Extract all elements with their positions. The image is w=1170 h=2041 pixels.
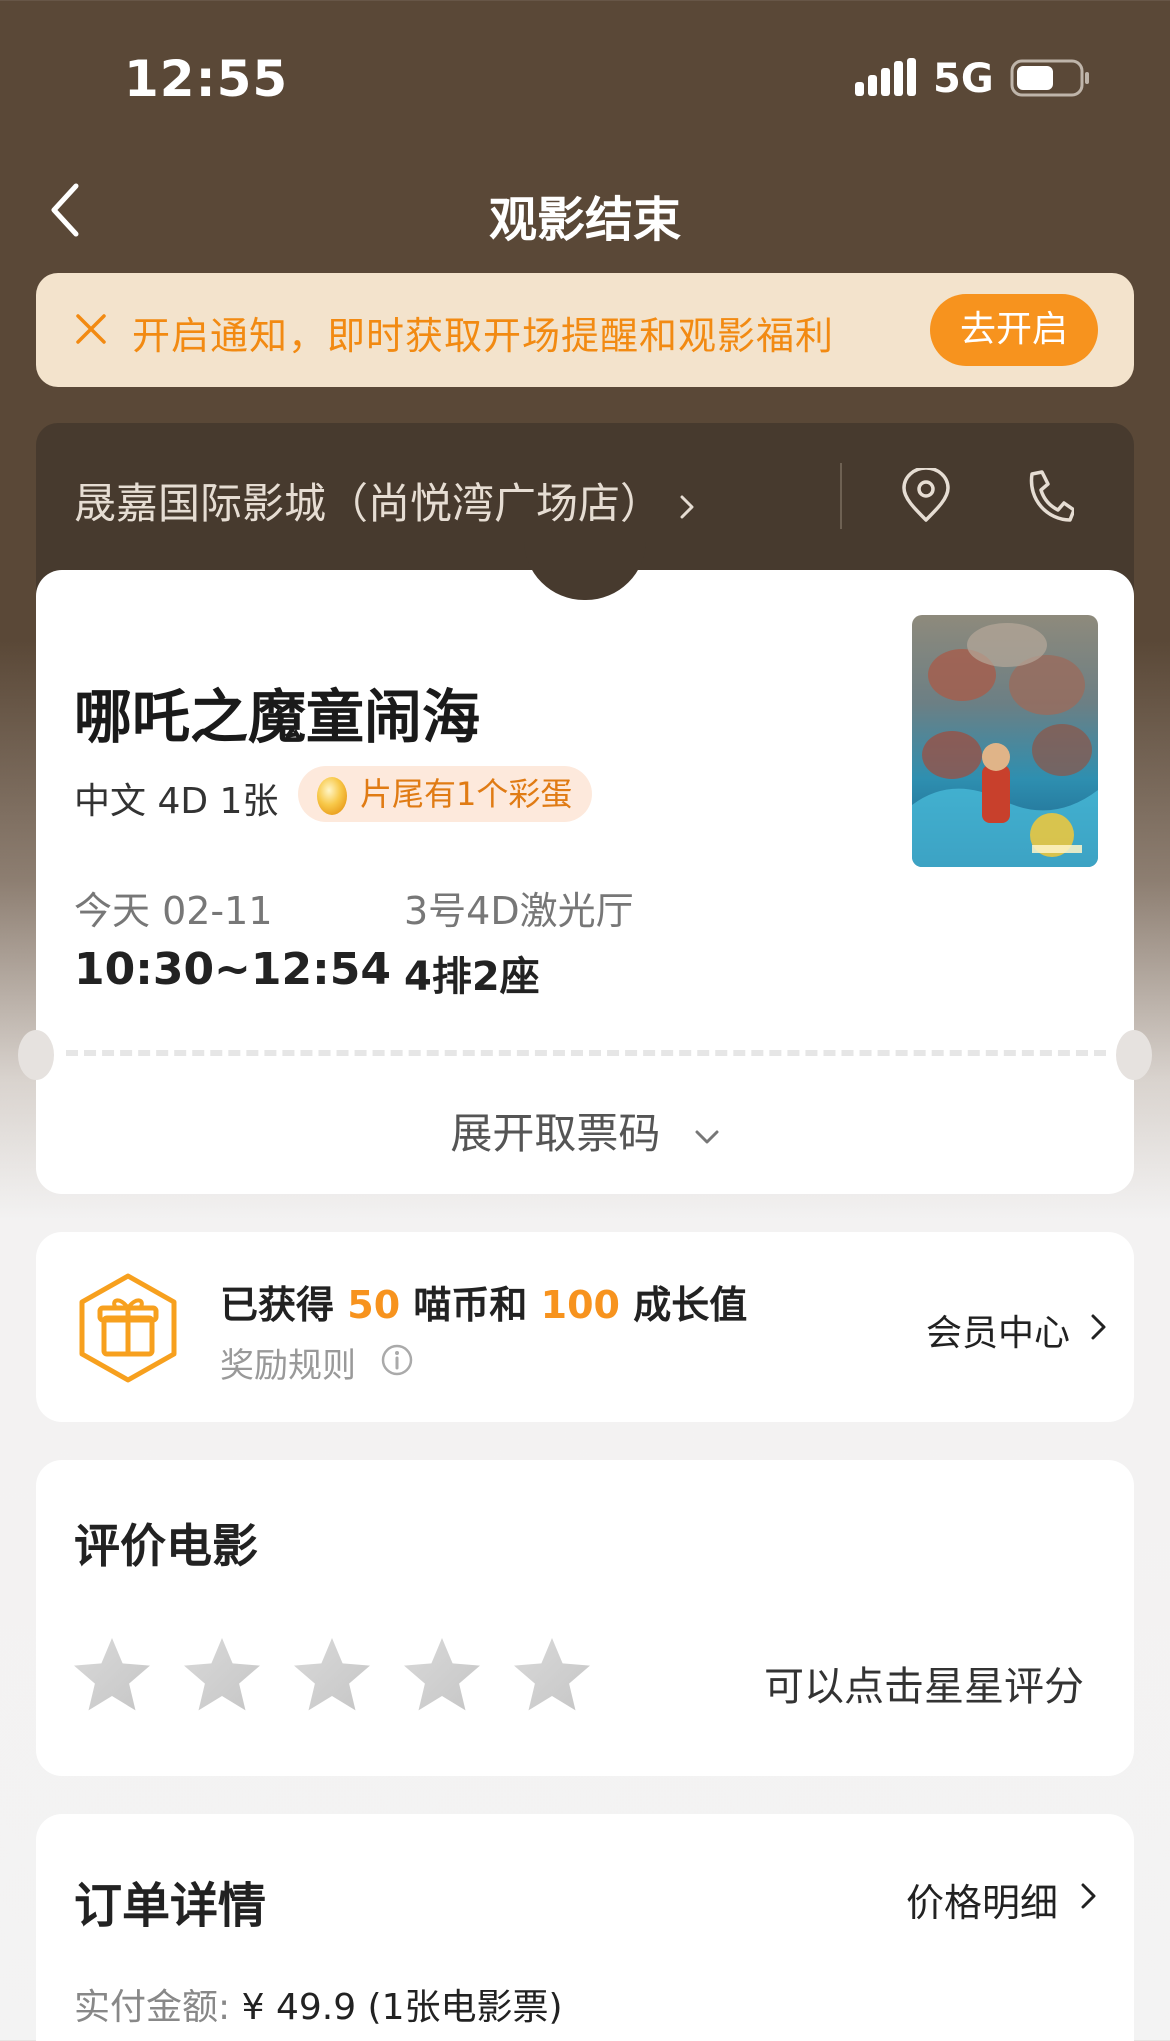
ticket-perforation (66, 1050, 1106, 1056)
reward-suffix: 成长值 (633, 1283, 748, 1327)
signal-icon (855, 58, 916, 96)
egg-icon (317, 777, 347, 815)
show-time: 10:30~12:54 (74, 944, 391, 995)
star-icon[interactable] (404, 1638, 480, 1711)
reward-summary: 已获得 50 喵币和 100 成长值 (220, 1274, 747, 1329)
phone-icon[interactable] (1022, 468, 1074, 524)
rating-card (36, 1460, 1134, 1776)
movie-title[interactable]: 哪吒之魔童闹海 (74, 670, 480, 754)
chevron-right-icon (680, 495, 694, 518)
movie-poster[interactable] (912, 615, 1098, 867)
hall-name: 3号4D激光厅 (404, 889, 634, 933)
movie-meta: 中文 4D 1张 (74, 781, 279, 822)
expand-ticket-code-button[interactable]: 展开取票码 (0, 1100, 1170, 1161)
notification-text: 开启通知，即时获取开场提醒和观影福利 (132, 314, 835, 358)
status-time: 12:55 (124, 50, 289, 108)
reward-middle: 喵币和 (413, 1283, 528, 1327)
rating-hint: 可以点击星星评分 (764, 1664, 1084, 1710)
chevron-right-icon (1091, 1314, 1106, 1340)
star-icon[interactable] (294, 1638, 370, 1711)
cinema-name-link[interactable]: 晟嘉国际影城（尚悦湾广场店） (74, 470, 695, 531)
ticket-notch-right (1116, 1030, 1152, 1080)
network-type: 5G (933, 56, 994, 102)
ticket-notch-left (18, 1030, 54, 1080)
expand-label: 展开取票码 (450, 1109, 661, 1158)
paid-label: 实付金额: (74, 1987, 231, 2028)
show-date: 今天 02-11 (74, 889, 273, 933)
battery-icon (1010, 59, 1089, 97)
star-rating[interactable] (70, 1636, 610, 1720)
reward-rules-link[interactable]: 奖励规则 (220, 1338, 356, 1387)
reward-coins: 50 (347, 1283, 401, 1327)
gift-icon (79, 1273, 177, 1383)
close-icon[interactable] (74, 312, 108, 346)
paid-value: ¥ 49.9 (1张电影票) (241, 1987, 563, 2028)
reward-prefix: 已获得 (220, 1283, 335, 1327)
member-center-link[interactable]: 会员中心 (926, 1304, 1070, 1356)
seat-info: 4排2座 (404, 954, 540, 1000)
cinema-name: 晟嘉国际影城（尚悦湾广场店） (74, 479, 663, 528)
star-icon[interactable] (514, 1638, 590, 1711)
chevron-down-icon (695, 1130, 719, 1143)
order-paid: 实付金额: ¥ 49.9 (1张电影票) (74, 1978, 563, 2030)
divider (840, 463, 842, 529)
reward-growth: 100 (540, 1283, 620, 1327)
enable-notification-button[interactable]: 去开启 (930, 294, 1098, 366)
star-icon[interactable] (184, 1638, 260, 1711)
info-icon[interactable] (380, 1343, 414, 1377)
star-icon[interactable] (74, 1638, 150, 1711)
chevron-right-icon (1081, 1883, 1096, 1909)
page-title: 观影结束 (488, 192, 681, 248)
rating-title: 评价电影 (74, 1519, 258, 1573)
price-detail-link[interactable]: 价格明细 (906, 1872, 1058, 1927)
location-pin-icon[interactable] (900, 468, 952, 524)
order-title: 订单详情 (74, 1878, 267, 1934)
